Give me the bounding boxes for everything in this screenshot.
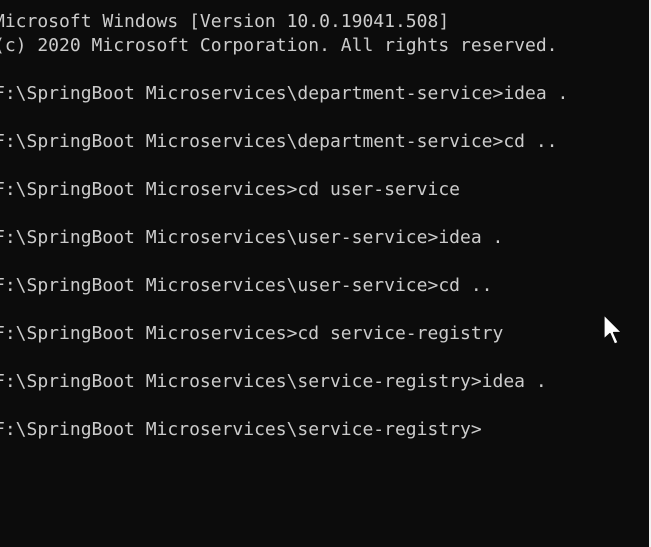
console-line-command: F:\SpringBoot Microservices\department-s… <box>0 83 569 104</box>
console-line-blank <box>0 58 568 82</box>
console-line-blank <box>0 298 568 322</box>
console-line-command: F:\SpringBoot Microservices>cd service-r… <box>0 323 504 344</box>
console-line-blank <box>0 106 568 130</box>
console-line-command: F:\SpringBoot Microservices\service-regi… <box>0 371 547 392</box>
console-prompt-line[interactable]: F:\SpringBoot Microservices\service-regi… <box>0 418 568 442</box>
console-line-blank <box>0 202 568 226</box>
console-line-blank <box>0 394 568 418</box>
console-window[interactable]: Microsoft Windows [Version 10.0.19041.50… <box>0 0 651 547</box>
console-line-command: F:\SpringBoot Microservices\department-s… <box>0 131 558 152</box>
console-line-blank <box>0 346 568 370</box>
mouse-pointer-icon <box>603 314 623 345</box>
console-line-command: F:\SpringBoot Microservices>cd user-serv… <box>0 179 460 200</box>
console-line-blank <box>0 154 568 178</box>
console-line-version: Microsoft Windows [Version 10.0.19041.50… <box>0 11 450 32</box>
console-line-command: F:\SpringBoot Microservices\user-service… <box>0 227 504 248</box>
console-output[interactable]: Microsoft Windows [Version 10.0.19041.50… <box>0 10 568 442</box>
console-line-blank <box>0 250 568 274</box>
console-line-command: F:\SpringBoot Microservices\user-service… <box>0 275 493 296</box>
console-line-copyright: (c) 2020 Microsoft Corporation. All righ… <box>0 35 558 56</box>
